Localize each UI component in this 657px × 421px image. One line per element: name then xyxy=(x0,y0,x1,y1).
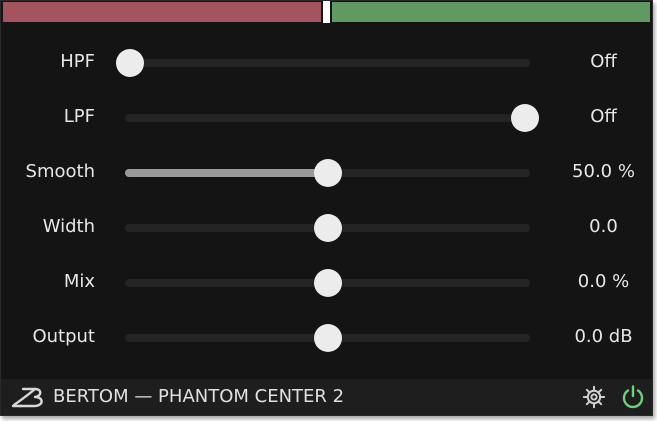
output-label: Output xyxy=(32,326,95,347)
lpf-label: LPF xyxy=(63,106,95,127)
smooth-slider-fill xyxy=(125,169,328,177)
smooth-slider-knob[interactable] xyxy=(313,159,342,187)
mix-value[interactable]: 0.0 % xyxy=(556,271,651,292)
meter-divider xyxy=(323,1,330,23)
hpf-label: HPF xyxy=(60,51,95,72)
gear-icon[interactable] xyxy=(582,385,606,409)
output-row: Output 0.0 dB xyxy=(1,318,652,358)
mix-slider-knob[interactable] xyxy=(313,269,342,297)
bertom-logo-icon[interactable] xyxy=(11,384,49,410)
smooth-value[interactable]: 50.0 % xyxy=(556,161,651,182)
footer-bar: BERTOM — PHANTOM CENTER 2 xyxy=(1,379,652,415)
width-value[interactable]: 0.0 xyxy=(556,216,651,237)
lpf-value[interactable]: Off xyxy=(556,106,651,127)
smooth-label: Smooth xyxy=(25,161,95,182)
lpf-slider[interactable] xyxy=(125,104,539,132)
output-value[interactable]: 0.0 dB xyxy=(556,326,651,347)
hpf-slider-knob[interactable] xyxy=(116,49,144,77)
left-level-meter xyxy=(3,2,321,22)
plugin-title: BERTOM — PHANTOM CENTER 2 xyxy=(53,386,345,407)
hpf-slider[interactable] xyxy=(116,49,530,77)
width-row: Width 0.0 xyxy=(1,208,652,248)
mix-label: Mix xyxy=(63,271,95,292)
lpf-slider-knob[interactable] xyxy=(511,104,539,132)
smooth-slider[interactable] xyxy=(125,159,530,187)
width-slider[interactable] xyxy=(125,214,530,242)
lpf-row: LPF Off xyxy=(1,98,652,138)
output-slider[interactable] xyxy=(125,324,530,352)
hpf-row: HPF Off xyxy=(1,43,652,83)
plugin-window: HPF Off LPF Off Smooth 50.0 % Width 0.0 … xyxy=(0,0,653,416)
mix-slider[interactable] xyxy=(125,269,530,297)
right-level-meter xyxy=(332,2,650,22)
hpf-value[interactable]: Off xyxy=(556,51,651,72)
power-icon[interactable] xyxy=(620,384,646,410)
mix-row: Mix 0.0 % xyxy=(1,263,652,303)
width-label: Width xyxy=(42,216,95,237)
level-meters xyxy=(1,1,652,23)
width-slider-knob[interactable] xyxy=(313,214,342,242)
output-slider-knob[interactable] xyxy=(313,324,342,352)
smooth-row: Smooth 50.0 % xyxy=(1,153,652,193)
